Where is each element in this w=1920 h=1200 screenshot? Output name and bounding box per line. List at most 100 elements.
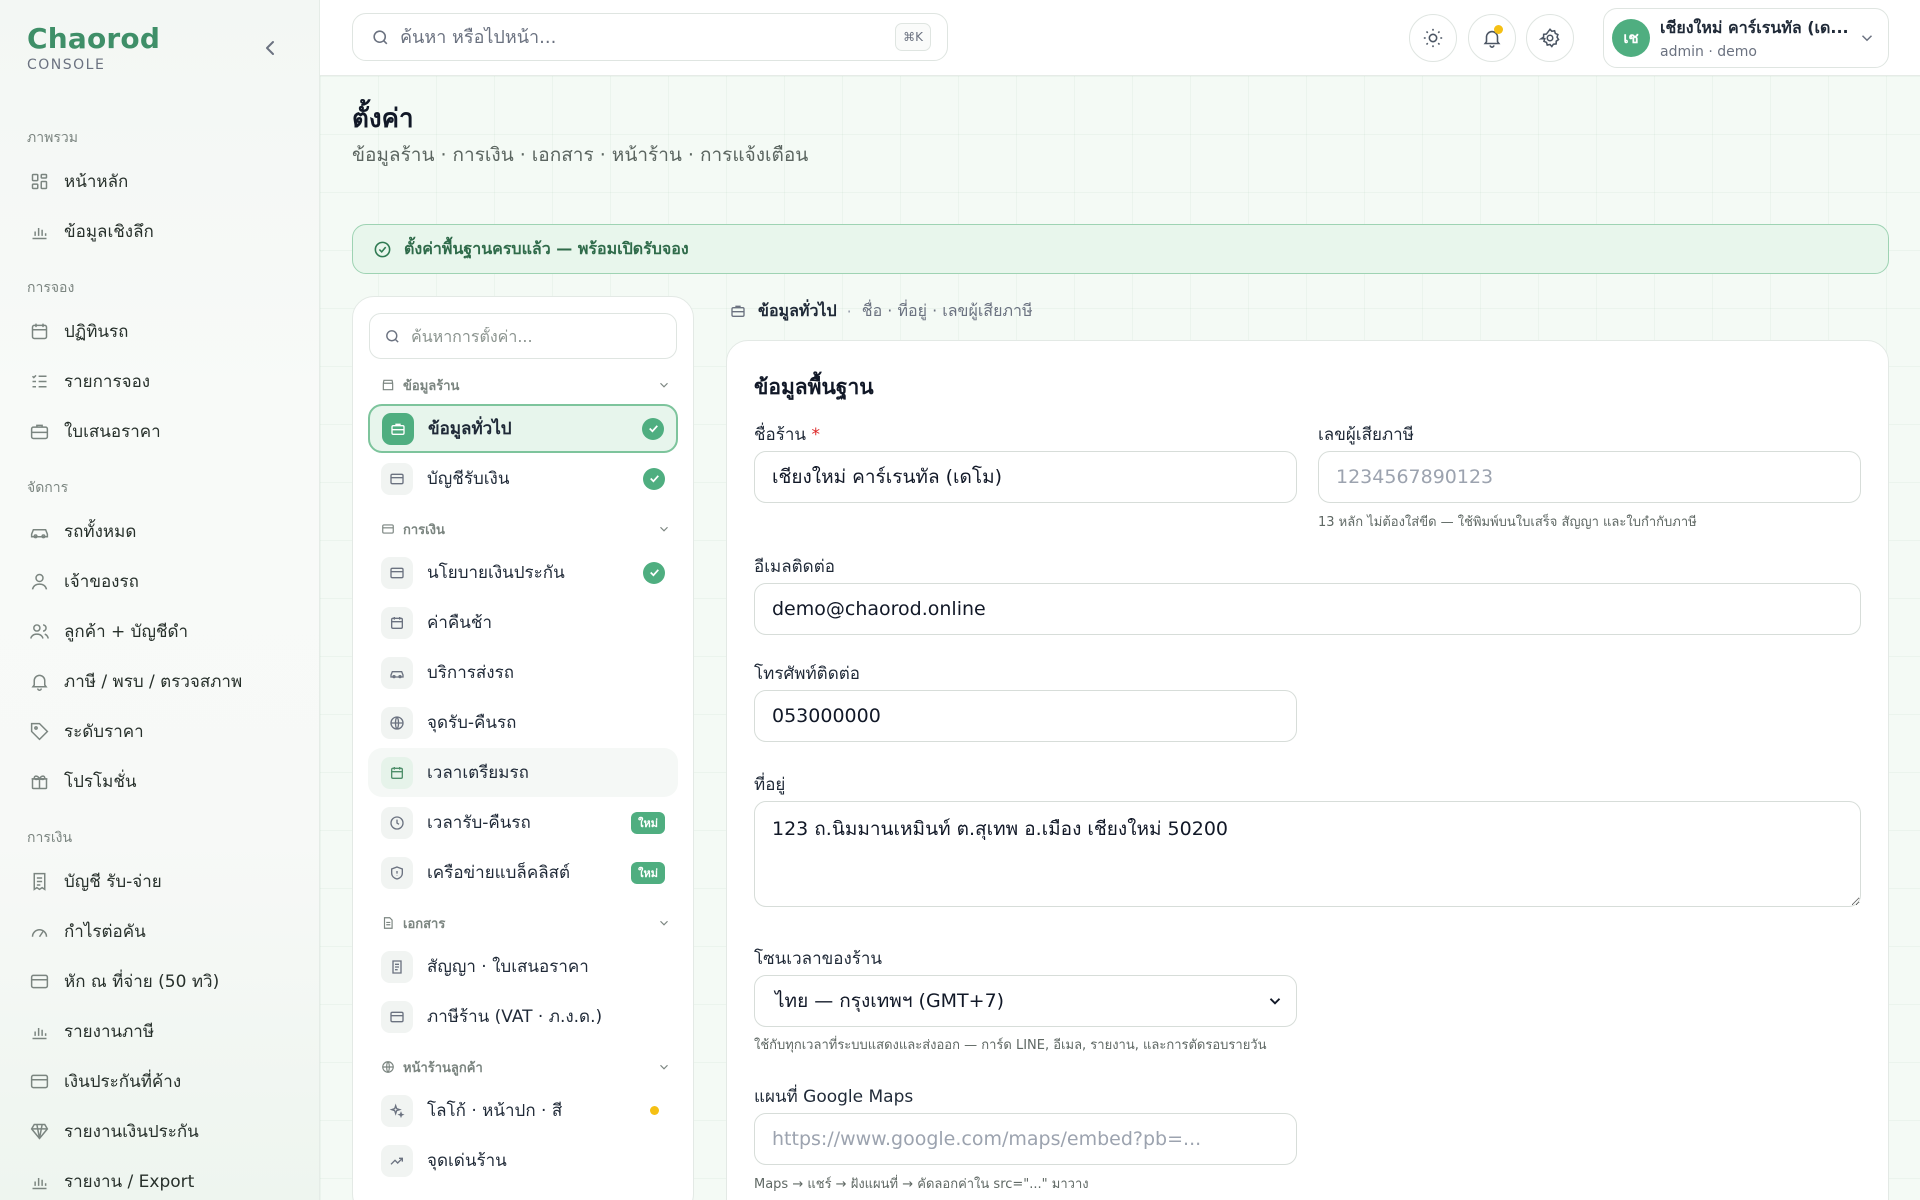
collapse-sidebar-button[interactable] bbox=[258, 36, 282, 60]
settings-group-shop[interactable]: ข้อมูลร้าน bbox=[353, 367, 693, 403]
settings-item-prep-time[interactable]: เวลาเตรียมรถ bbox=[368, 748, 678, 797]
shop-name-input[interactable] bbox=[754, 451, 1297, 503]
check-icon bbox=[643, 467, 665, 490]
calendar-icon bbox=[31, 323, 48, 339]
settings-item-payment-accounts[interactable]: บัญชีรับเงิน bbox=[368, 454, 678, 503]
settings-item-pickup-points[interactable]: จุดรับ-คืนรถ bbox=[368, 698, 678, 747]
sidebar-item-label: กำไรต่อคัน bbox=[64, 921, 146, 942]
search-icon bbox=[386, 329, 399, 343]
maps-label: แผนที่ Google Maps bbox=[754, 1087, 914, 1107]
settings-group-storefront[interactable]: หน้าร้านลูกค้า bbox=[353, 1049, 693, 1085]
sidebar-item-home[interactable]: หน้าหลัก bbox=[0, 156, 319, 206]
notifications-button[interactable] bbox=[1468, 14, 1516, 62]
sidebar-item-car-calendar[interactable]: ปฏิทินรถ bbox=[0, 306, 319, 356]
card-icon bbox=[30, 1074, 49, 1088]
settings-item-label: เครือข่ายแบล็คลิสต์ bbox=[427, 863, 571, 883]
settings-item-label: นโยบายเงินประกัน bbox=[427, 563, 565, 583]
global-search[interactable]: ⌘K bbox=[352, 13, 948, 61]
settings-item-label: บริการส่งรถ bbox=[427, 663, 514, 683]
settings-group-documents[interactable]: เอกสาร bbox=[353, 905, 693, 941]
receipt-icon bbox=[33, 872, 46, 891]
sidebar-item-promotions[interactable]: โปรโมชั่น bbox=[0, 756, 319, 806]
setup-complete-banner: ตั้งค่าพื้นฐานครบแล้ว — พร้อมเปิดรับจอง bbox=[352, 224, 1889, 274]
global-search-input[interactable] bbox=[400, 26, 895, 48]
check-icon bbox=[643, 561, 665, 584]
shield-icon bbox=[391, 865, 403, 880]
gift-icon bbox=[31, 774, 48, 789]
sidebar-item-tax-inspection[interactable]: ภาษี / พรบ / ตรวจสภาพ bbox=[0, 656, 319, 706]
settings-item-deposit-policy[interactable]: นโยบายเงินประกัน bbox=[368, 548, 678, 597]
settings-group-label: ข้อมูลร้าน bbox=[403, 378, 460, 394]
settings-item-blacklist-network[interactable]: เครือข่ายแบล็คลิสต์ ใหม่ bbox=[368, 848, 678, 897]
card-title: ข้อมูลพื้นฐาน bbox=[754, 375, 874, 399]
check-circle-icon bbox=[374, 241, 391, 257]
account-switcher[interactable]: เช เชียงใหม่ คาร์เรนทัล (เด... admin · d… bbox=[1603, 8, 1889, 68]
page-title: ตั้งค่า bbox=[352, 104, 414, 134]
theme-toggle-button[interactable] bbox=[1409, 14, 1457, 62]
sidebar-item-tax-report[interactable]: รายงานภาษี bbox=[0, 1006, 319, 1056]
sidebar-item-insights[interactable]: ข้อมูลเชิงลึก bbox=[0, 206, 319, 256]
sidebar-item-profit-per-car[interactable]: กำไรต่อคัน bbox=[0, 906, 319, 956]
tax-id-input[interactable] bbox=[1318, 451, 1861, 503]
sidebar-item-label: หัก ณ ที่จ่าย (50 ทวิ) bbox=[64, 971, 220, 992]
maps-embed-input[interactable] bbox=[754, 1113, 1297, 1165]
settings-item-label: เวลารับ-คืนรถ bbox=[427, 813, 531, 833]
settings-group-finance[interactable]: การเงิน bbox=[353, 511, 693, 547]
sidebar-item-all-cars[interactable]: รถทั้งหมด bbox=[0, 506, 319, 556]
sidebar-item-accounts[interactable]: บัญชี รับ-จ่าย bbox=[0, 856, 319, 906]
settings-item-general[interactable]: ข้อมูลทั่วไป bbox=[368, 404, 678, 453]
settings-item-label: จุดรับ-คืนรถ bbox=[427, 713, 517, 733]
settings-item-label: สัญญา · ใบเสนอราคา bbox=[427, 957, 589, 977]
breadcrumb-current: ข้อมูลทั่วไป bbox=[758, 300, 837, 320]
settings-nav: ข้อมูลร้าน ข้อมูลทั่วไป บัญชีรับเงิน การ… bbox=[352, 296, 694, 1200]
sidebar-item-outstanding-deposits[interactable]: เงินประกันที่ค้าง bbox=[0, 1056, 319, 1106]
sidebar-item-deposit-report[interactable]: รายงานเงินประกัน bbox=[0, 1106, 319, 1156]
sidebar: Chaorod CONSOLE ภาพรวม หน้าหลัก ข้อมูลเช… bbox=[0, 0, 320, 1200]
settings-button[interactable] bbox=[1526, 14, 1574, 62]
sidebar-item-label: ภาษี / พรบ / ตรวจสภาพ bbox=[64, 671, 243, 692]
required-mark: * bbox=[811, 425, 820, 445]
settings-item-label: ข้อมูลทั่วไป bbox=[428, 419, 512, 439]
sidebar-item-label: รายงานเงินประกัน bbox=[64, 1121, 199, 1142]
nav-section-booking: การจอง bbox=[27, 280, 75, 296]
shop-name-label: ชื่อร้าน * bbox=[754, 425, 820, 445]
settings-item-pickup-return-time[interactable]: เวลารับ-คืนรถ ใหม่ bbox=[368, 798, 678, 847]
user-icon bbox=[31, 573, 48, 590]
settings-item-label: ภาษีร้าน (VAT · ภ.ง.ด.) bbox=[427, 1007, 603, 1027]
maps-hint: Maps → แชร์ → ฝังแผนที่ → คัดลอกค่าใน sr… bbox=[754, 1177, 1089, 1192]
email-input[interactable] bbox=[754, 583, 1861, 635]
brand-name: Chaorod bbox=[27, 22, 161, 55]
sidebar-item-label: รถทั้งหมด bbox=[64, 521, 137, 542]
gear-icon bbox=[1539, 28, 1560, 48]
settings-item-contract-quote[interactable]: สัญญา · ใบเสนอราคา bbox=[368, 942, 678, 991]
settings-item-highlights[interactable]: จุดเด่นร้าน bbox=[368, 1136, 678, 1185]
sidebar-item-customers[interactable]: ลูกค้า + บัญชีดำ bbox=[0, 606, 319, 656]
bar-chart-icon bbox=[32, 227, 47, 239]
sidebar-item-price-tiers[interactable]: ระดับราคา bbox=[0, 706, 319, 756]
settings-group-label: หน้าร้านลูกค้า bbox=[403, 1060, 483, 1076]
settings-item-branding[interactable]: โลโก้ · หน้าปก · สี bbox=[368, 1086, 678, 1135]
brand: Chaorod CONSOLE bbox=[27, 22, 160, 73]
grid-icon bbox=[31, 173, 48, 189]
address-textarea[interactable]: 123 ถ.นิมมานเหมินท์ ต.สุเทพ อ.เมือง เชีย… bbox=[754, 801, 1861, 907]
settings-item-late-return-fee[interactable]: ค่าคืนช้า bbox=[368, 598, 678, 647]
sidebar-item-label: เจ้าของรถ bbox=[64, 571, 139, 592]
timezone-select[interactable]: ไทย — กรุงเทพฯ (GMT+7) bbox=[754, 975, 1297, 1027]
sidebar-item-reports-export[interactable]: รายงาน / Export bbox=[0, 1156, 319, 1200]
briefcase-icon bbox=[391, 423, 405, 435]
nav-section-manage: จัดการ bbox=[27, 480, 69, 496]
sidebar-item-label: ปฏิทินรถ bbox=[64, 321, 129, 342]
sidebar-item-car-owners[interactable]: เจ้าของรถ bbox=[0, 556, 319, 606]
sidebar-item-label: รายงาน / Export bbox=[64, 1171, 195, 1192]
sidebar-item-label: ใบเสนอราคา bbox=[64, 421, 161, 442]
sun-icon bbox=[1423, 28, 1443, 48]
settings-search[interactable] bbox=[369, 313, 677, 359]
sidebar-item-bookings[interactable]: รายการจอง bbox=[0, 356, 319, 406]
sidebar-item-withholding-tax[interactable]: หัก ณ ที่จ่าย (50 ทวิ) bbox=[0, 956, 319, 1006]
settings-item-delivery-service[interactable]: บริการส่งรถ bbox=[368, 648, 678, 697]
settings-item-label: บัญชีรับเงิน bbox=[427, 469, 510, 489]
sidebar-item-quotations[interactable]: ใบเสนอราคา bbox=[0, 406, 319, 456]
settings-item-shop-tax[interactable]: ภาษีร้าน (VAT · ภ.ง.ด.) bbox=[368, 992, 678, 1041]
settings-search-input[interactable] bbox=[411, 326, 676, 346]
phone-input[interactable] bbox=[754, 690, 1297, 742]
